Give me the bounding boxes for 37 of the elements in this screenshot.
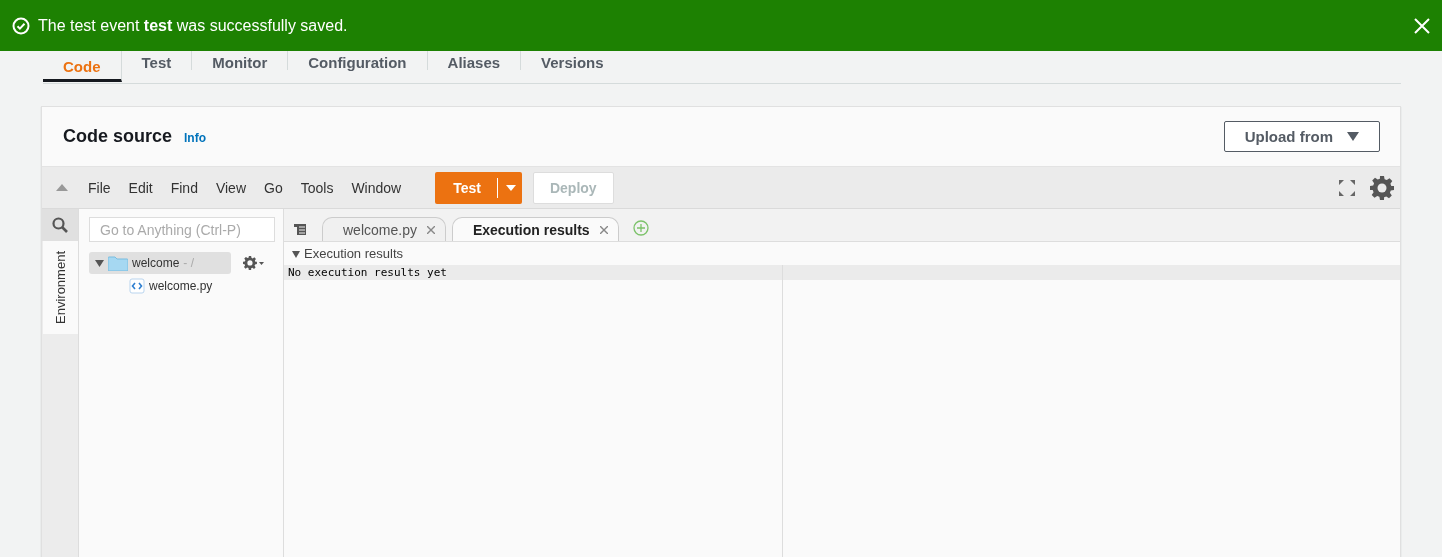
expanded-arrow-icon[interactable]: [95, 258, 104, 268]
search-icon[interactable]: [52, 217, 68, 233]
menu-item[interactable]: File: [88, 179, 111, 196]
menu-item[interactable]: Tools: [300, 179, 334, 196]
pane-menu-icon[interactable]: [294, 223, 308, 236]
close-icon[interactable]: [599, 225, 608, 234]
menu-item[interactable]: Find: [170, 179, 198, 196]
tab[interactable]: Monitor: [192, 46, 289, 70]
results-header[interactable]: Execution results: [284, 242, 1400, 265]
fullscreen-icon[interactable]: [1338, 178, 1356, 197]
info-link[interactable]: Info: [184, 131, 207, 145]
caret-icon: [505, 184, 516, 191]
menu-item[interactable]: Edit: [128, 179, 153, 196]
search-field[interactable]: Go to Anything (Ctrl-P): [89, 217, 275, 242]
menu-item[interactable]: View: [215, 179, 246, 196]
tab[interactable]: Versions: [521, 46, 624, 70]
success-icon: [12, 16, 30, 35]
settings-icon[interactable]: [1370, 175, 1394, 200]
menu-item[interactable]: Go: [264, 179, 283, 196]
menu-item[interactable]: Window: [351, 179, 402, 196]
notification-message: The test event test was successfully saved.: [38, 16, 349, 35]
editor-tab[interactable]: Execution results: [451, 217, 619, 241]
tree-item[interactable]: welcome - /: [89, 252, 231, 274]
environment-tab[interactable]: Environment: [43, 241, 78, 334]
tab[interactable]: Test: [121, 46, 193, 70]
caret-icon: [1347, 132, 1359, 141]
folder-icon: [108, 255, 128, 271]
tab[interactable]: Aliases: [427, 46, 522, 70]
panel-title: Code source: [63, 126, 173, 147]
code-file-icon: [129, 278, 145, 294]
gear-icon[interactable]: [243, 255, 265, 271]
upload-button[interactable]: Upload from: [1223, 121, 1380, 152]
tab[interactable]: Configuration: [288, 46, 428, 70]
output-text: No execution results yet: [284, 265, 782, 280]
close-icon[interactable]: [426, 225, 435, 234]
tree-item[interactable]: welcome.py: [123, 275, 213, 297]
editor-tab[interactable]: welcome.py: [322, 217, 446, 241]
